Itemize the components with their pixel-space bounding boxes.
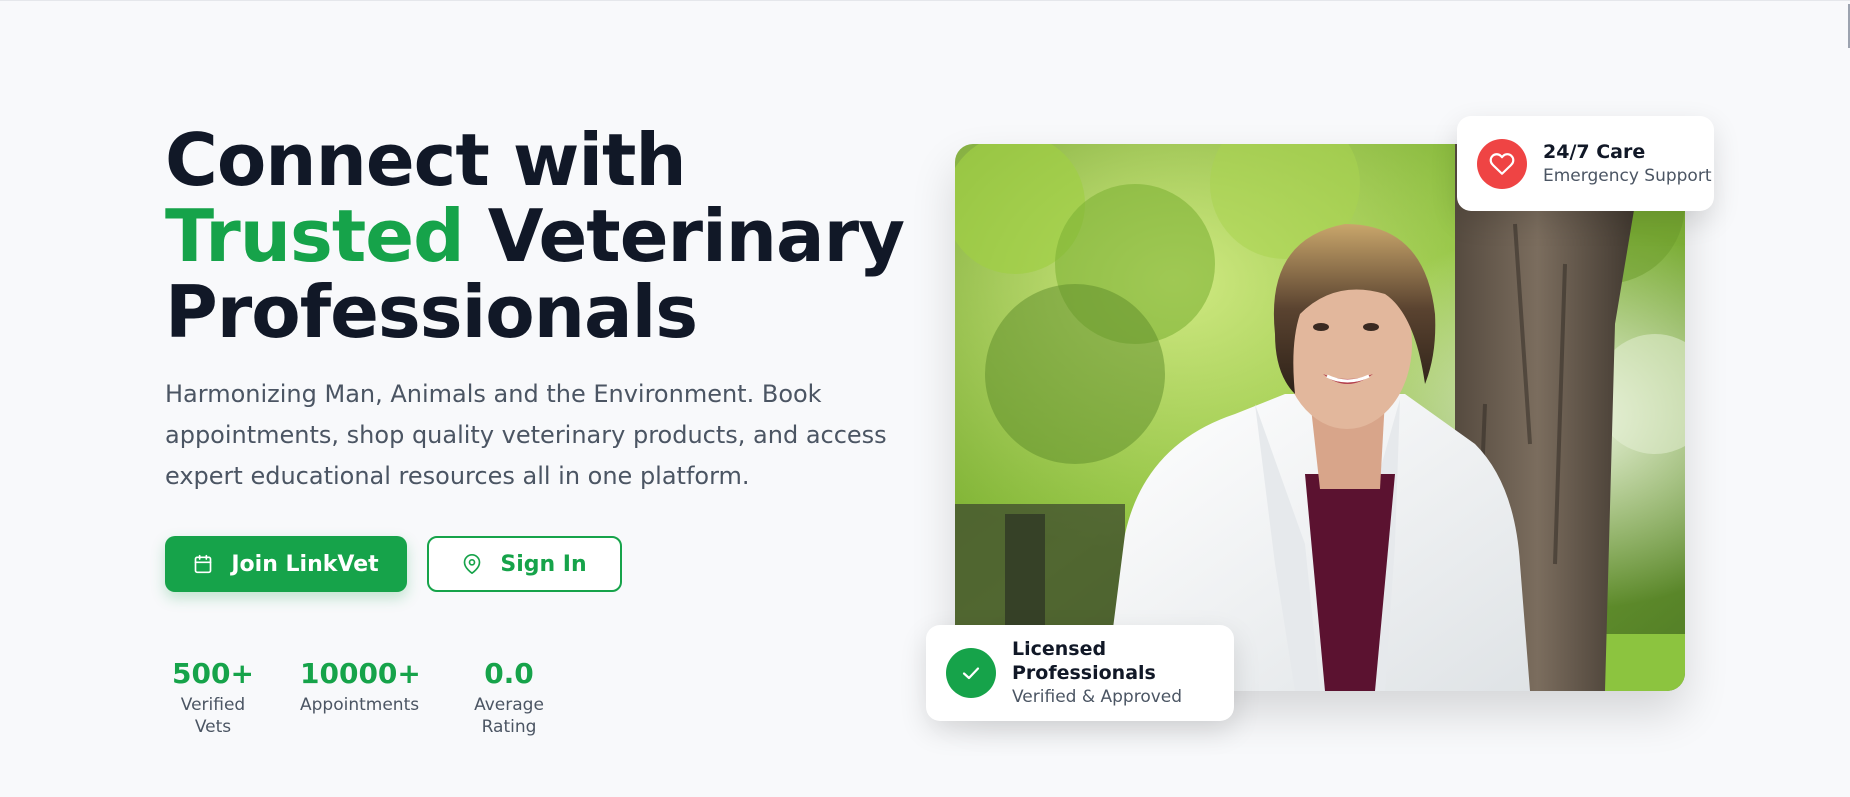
join-linkvet-button[interactable]: Join LinkVet [165, 536, 407, 592]
hero-page: Connect with Trusted Veterinary Professi… [0, 0, 1850, 797]
hero-description: Harmonizing Man, Animals and the Environ… [165, 380, 887, 490]
sign-in-button[interactable]: Sign In [427, 536, 622, 592]
stat-average-rating: 0.0 Average Rating [448, 657, 570, 738]
licensed-card-subtitle: Verified & Approved [1012, 687, 1183, 707]
map-pin-icon [462, 554, 482, 574]
licensed-card: Licensed Professionals Verified & Approv… [926, 625, 1234, 721]
hero-title: Connect with Trusted Veterinary Professi… [165, 122, 905, 350]
veterinarian-photo [955, 144, 1685, 691]
calendar-icon [193, 554, 213, 574]
stat-value: 500+ [172, 657, 254, 690]
hero-title-line3: Professionals [165, 270, 698, 354]
top-divider [0, 0, 1850, 1]
care-card-title: 24/7 Care [1543, 140, 1646, 163]
licensed-card-text: Licensed Professionals Verified & Approv… [1012, 637, 1234, 709]
stat-appointments: 10000+ Appointments [300, 657, 421, 716]
hero-title-line1: Connect with [165, 118, 687, 202]
sign-in-label: Sign In [500, 551, 587, 577]
hero-title-line2: Veterinary [463, 194, 905, 278]
stat-value: 10000+ [300, 657, 421, 690]
join-linkvet-label: Join LinkVet [231, 551, 379, 577]
heart-icon [1477, 138, 1527, 189]
stat-verified-vets: 500+ Verified Vets [165, 657, 261, 738]
care-card-subtitle: Emergency Support [1543, 165, 1712, 186]
stat-label: Verified Vets [180, 695, 246, 737]
care-card: 24/7 Care Emergency Support [1457, 116, 1714, 211]
licensed-card-title: Licensed Professionals [1012, 638, 1156, 684]
check-icon [946, 648, 996, 698]
stat-label: Appointments [300, 695, 420, 715]
hero-title-accent: Trusted [165, 194, 465, 278]
stat-label: Average Rating [474, 695, 544, 737]
stat-value: 0.0 [484, 657, 534, 690]
care-card-text: 24/7 Care Emergency Support [1543, 140, 1712, 188]
